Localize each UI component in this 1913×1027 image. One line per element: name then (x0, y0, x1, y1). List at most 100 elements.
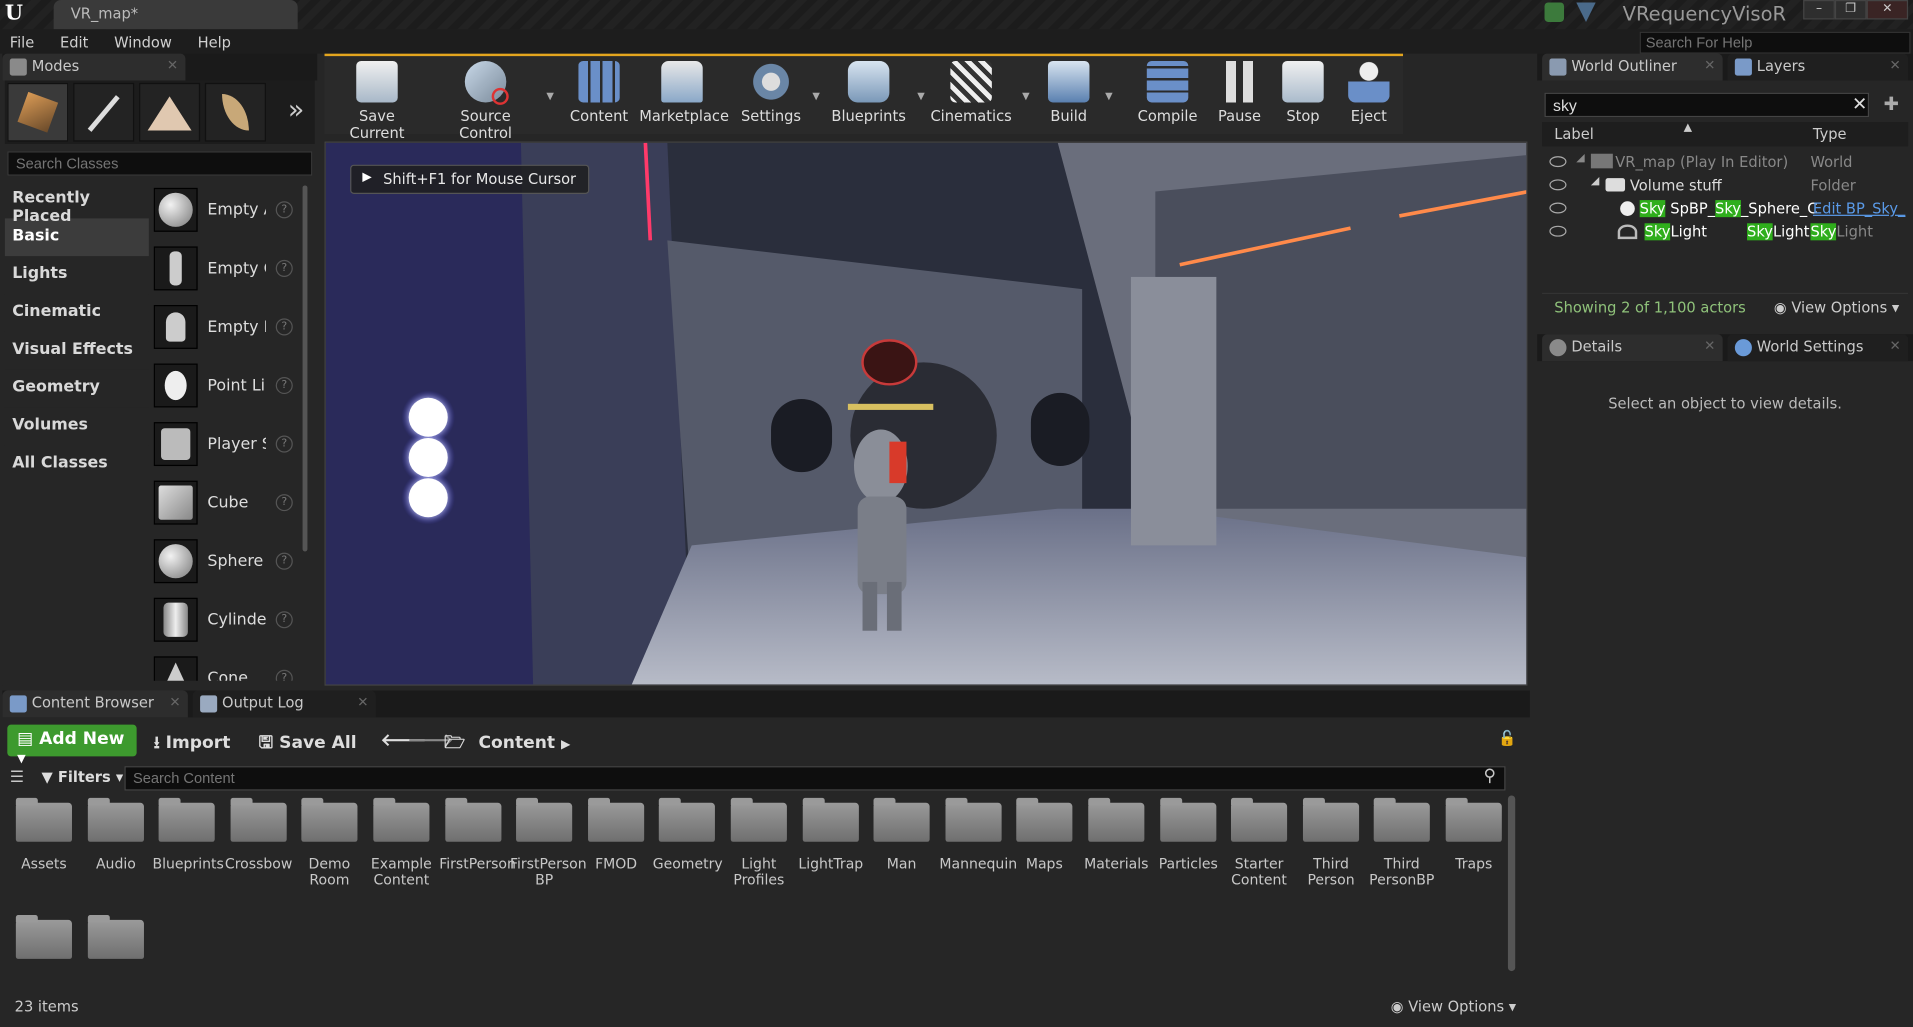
compile-button[interactable]: Compile (1135, 61, 1201, 132)
chevron-right-icon[interactable]: ▶ (561, 738, 570, 751)
close-icon[interactable]: ✕ (1890, 57, 1901, 73)
placeable-item[interactable]: Sphere? (153, 532, 305, 591)
help-icon[interactable]: ? (275, 494, 293, 512)
eye-icon[interactable] (1549, 202, 1567, 214)
menu-window[interactable]: Window (104, 32, 181, 54)
cinematics-button[interactable]: Cinematics ▼ (930, 61, 1030, 132)
tab-output-log[interactable]: Output Log ✕ (192, 690, 376, 718)
category-lights[interactable]: Lights (4, 256, 149, 295)
content-folder[interactable] (10, 915, 78, 974)
view-options-button[interactable]: ◉ View Options ▾ (1774, 299, 1899, 316)
menu-help[interactable]: Help (188, 32, 241, 54)
content-folder[interactable]: Audio (82, 797, 150, 873)
content-folder[interactable]: Example Content (367, 797, 435, 888)
content-folder[interactable]: Third PersonBP (1368, 797, 1436, 888)
filters-button[interactable]: ▼ Filters ▾ (41, 769, 123, 786)
category-recently-placed[interactable]: Recently Placed (4, 180, 149, 226)
content-folder[interactable]: Assets (10, 797, 78, 873)
close-icon[interactable]: ✕ (169, 694, 180, 710)
category-all-classes[interactable]: All Classes (4, 445, 149, 484)
close-icon[interactable]: ✕ (357, 694, 368, 710)
category-visual-effects[interactable]: Visual Effects (4, 331, 149, 370)
placeable-scrollbar[interactable] (302, 185, 308, 552)
eye-icon[interactable] (1549, 179, 1567, 191)
content-folder[interactable]: Demo Room (295, 797, 363, 888)
placeable-item[interactable]: Point Light? (153, 356, 305, 415)
help-search-input[interactable] (1639, 31, 1911, 54)
eject-button[interactable]: Eject (1344, 61, 1393, 132)
content-folder[interactable]: Particles (1154, 797, 1222, 873)
outliner-row-world[interactable]: ◢ VR_map (Play In Editor) World (1542, 151, 1908, 174)
help-icon[interactable]: ? (275, 669, 293, 681)
expand-arrow-icon[interactable]: ◢ (1576, 153, 1584, 165)
help-icon[interactable]: ? (275, 376, 293, 395)
level-tab[interactable]: VR_map* (53, 0, 298, 30)
content-folder[interactable]: Man (867, 797, 935, 873)
search-classes-input[interactable] (7, 151, 313, 176)
content-folder[interactable]: Materials (1082, 797, 1150, 873)
stop-button[interactable]: Stop (1279, 61, 1328, 132)
chat-icon[interactable] (1544, 2, 1565, 22)
marketplace-badge-icon[interactable] (1576, 2, 1596, 22)
content-folder[interactable]: Blueprints (153, 797, 224, 873)
category-cinematic[interactable]: Cinematic (4, 294, 149, 332)
chevron-down-icon[interactable]: ▼ (546, 90, 554, 101)
placeable-item[interactable]: Cube? (153, 473, 305, 532)
chevron-down-icon[interactable]: ▼ (812, 90, 820, 101)
content-folder[interactable]: Third Person (1297, 797, 1365, 888)
path-breadcrumb[interactable]: 🗁 Content ▶ (444, 730, 570, 759)
eye-icon[interactable] (1549, 156, 1567, 168)
content-folder[interactable]: Crossbow (224, 797, 292, 873)
tab-content-browser[interactable]: Content Browser ✕ (2, 690, 188, 718)
close-button[interactable]: ✕ (1866, 0, 1909, 20)
expand-arrow-icon[interactable]: ◢ (1591, 176, 1599, 188)
import-button[interactable]: ⭳ Import (154, 730, 231, 759)
build-button[interactable]: Build ▼ (1042, 61, 1113, 132)
placeable-item[interactable]: Cylinder? (153, 590, 305, 649)
content-folder[interactable] (82, 915, 150, 974)
eye-icon[interactable] (1549, 225, 1567, 237)
menu-edit[interactable]: Edit (50, 32, 98, 54)
placeable-item[interactable]: Empty Pawn? (153, 298, 305, 357)
close-icon[interactable]: ✕ (1890, 338, 1901, 354)
save-current-button[interactable]: Save Current (332, 61, 422, 142)
level-viewport[interactable]: ▶ Shift+F1 for Mouse Cursor (324, 141, 1528, 686)
add-folder-icon[interactable]: ✚ (1884, 93, 1906, 117)
content-folder[interactable]: Starter Content (1225, 797, 1293, 888)
content-folder[interactable]: LightTrap (797, 797, 865, 873)
add-new-button[interactable]: ▤ Add New ▾ (7, 724, 137, 769)
close-icon[interactable]: ✕ (1704, 57, 1715, 73)
edit-blueprint-link[interactable]: Edit BP_Sky_ (1813, 200, 1905, 217)
menu-file[interactable]: File (0, 32, 44, 54)
content-folder[interactable]: Geometry (653, 797, 723, 873)
search-icon[interactable]: ⚲ (1484, 766, 1497, 786)
column-type[interactable]: Type (1813, 126, 1847, 143)
paint-mode-icon[interactable] (73, 82, 135, 142)
chevron-down-icon[interactable]: ▼ (917, 90, 925, 101)
placeable-item[interactable]: Empty Character? (153, 239, 305, 298)
chevron-down-icon[interactable]: ▼ (1022, 90, 1030, 101)
content-folder[interactable]: Maps (1010, 797, 1078, 873)
source-control-button[interactable]: Source Control ▼ (434, 61, 554, 142)
content-folder[interactable]: FMOD (582, 797, 650, 873)
content-scrollbar[interactable] (1507, 795, 1516, 972)
marketplace-button[interactable]: Marketplace (639, 61, 729, 132)
help-icon[interactable]: ? (275, 611, 293, 629)
help-icon[interactable]: ? (275, 201, 293, 219)
save-all-button[interactable]: 🖫 Save All (259, 730, 357, 759)
content-folder[interactable]: Light Profiles (725, 797, 793, 888)
content-button[interactable]: Content (569, 61, 630, 132)
tab-world-settings[interactable]: World Settings ✕ (1727, 334, 1909, 362)
content-folder[interactable]: FirstPerson BP (510, 797, 587, 888)
help-icon[interactable]: ? (275, 435, 293, 453)
tab-modes[interactable]: Modes ✕ (2, 53, 186, 81)
tab-layers[interactable]: Layers ✕ (1727, 53, 1909, 81)
blueprints-button[interactable]: Blueprints ▼ (830, 61, 925, 132)
category-volumes[interactable]: Volumes (4, 407, 149, 446)
minimize-button[interactable]: – (1803, 0, 1835, 20)
category-geometry[interactable]: Geometry (4, 369, 149, 408)
outliner-search-input[interactable] (1544, 92, 1870, 118)
tab-world-outliner[interactable]: World Outliner ✕ (1542, 53, 1723, 81)
column-label[interactable]: Label (1554, 126, 1593, 143)
lock-icon[interactable]: 🔓 (1498, 730, 1516, 747)
